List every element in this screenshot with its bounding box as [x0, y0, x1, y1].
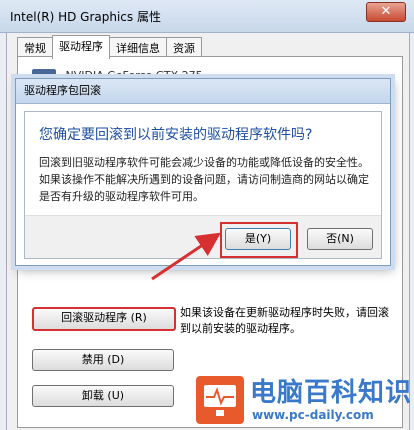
- uninstall-button[interactable]: 卸载 (U): [32, 385, 174, 407]
- watermark-title: 电脑百科知识: [250, 378, 413, 408]
- tab-resources[interactable]: 资源: [166, 37, 202, 58]
- window-title: Intel(R) HD Graphics 属性: [10, 10, 161, 24]
- close-button[interactable]: ✕: [366, 2, 406, 22]
- tab-general[interactable]: 常规: [17, 37, 53, 58]
- tab-driver[interactable]: 驱动程序: [52, 35, 110, 59]
- dialog-content: 您确定要回滚到以前安装的驱动程序软件吗? 回滚到旧驱动程序软件可能会减少设备的功…: [24, 111, 382, 259]
- monitor-logo-icon: [196, 376, 244, 424]
- window-titlebar: Intel(R) HD Graphics 属性 ✕: [0, 0, 414, 33]
- rollback-confirm-dialog: 驱动程序包回滚 您确定要回滚到以前安装的驱动程序软件吗? 回滚到旧驱动程序软件可…: [15, 78, 391, 266]
- watermark-url: www.pc-daily.com: [252, 408, 374, 422]
- site-watermark: 电脑百科知识 www.pc-daily.com: [196, 372, 413, 428]
- no-button[interactable]: 否(N): [307, 228, 373, 250]
- dialog-question: 您确定要回滚到以前安装的驱动程序软件吗?: [39, 127, 313, 143]
- tab-details[interactable]: 详细信息: [109, 37, 167, 58]
- yes-button[interactable]: 是(Y): [225, 228, 291, 250]
- rollback-description: 如果该设备在更新驱动程序时失败，请回滚到以前安装的驱动程序。: [180, 306, 389, 335]
- rollback-driver-button[interactable]: 回滚驱动程序 (R): [32, 307, 176, 331]
- dialog-title: 驱动程序包回滚: [16, 79, 390, 104]
- tab-bar: 常规 驱动程序 详细信息 资源: [17, 35, 202, 59]
- disable-button[interactable]: 禁用 (D): [32, 349, 174, 371]
- dialog-footer: 是(Y) 否(N): [25, 215, 381, 258]
- dialog-explanation: 回滚到旧驱动程序软件可能会减少设备的功能或降低设备的安全性。如果该操作不能解决所…: [39, 156, 369, 203]
